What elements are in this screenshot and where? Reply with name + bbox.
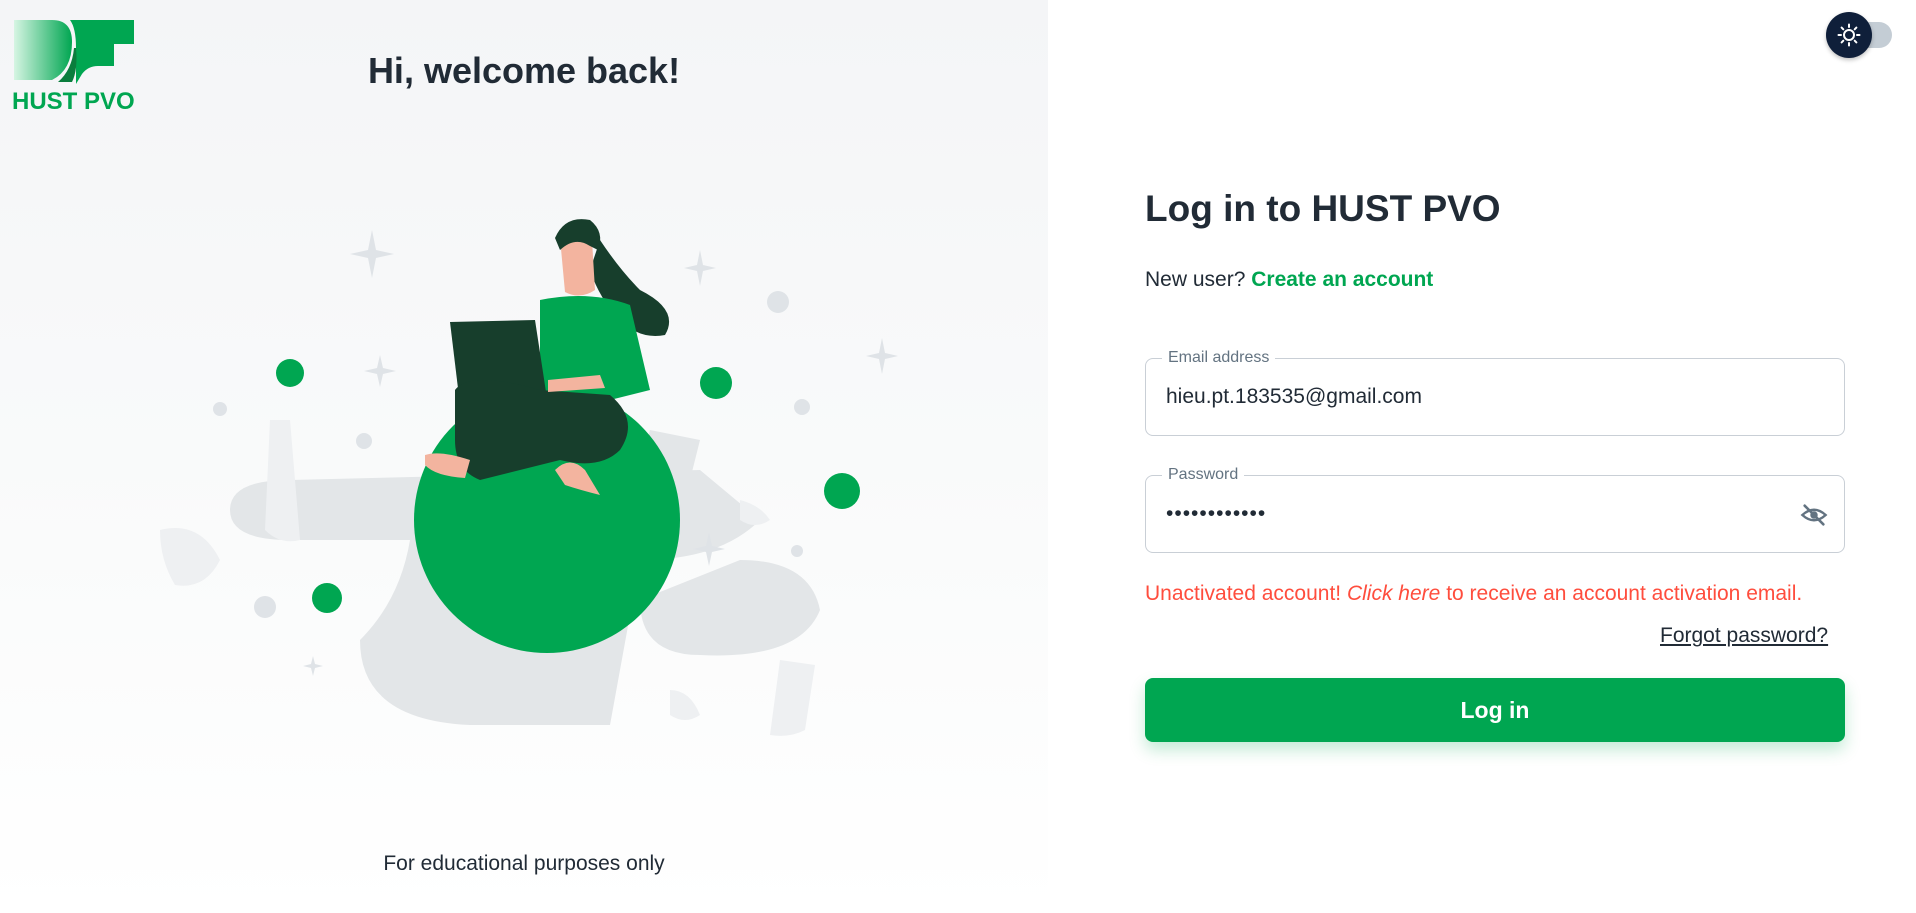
error-prefix: Unactivated account! <box>1145 582 1342 605</box>
activation-email-link[interactable]: Click here <box>1347 582 1440 605</box>
sun-icon <box>1837 23 1861 47</box>
eye-off-icon <box>1800 504 1828 526</box>
login-panel <box>1048 0 1916 913</box>
password-input[interactable] <box>1166 476 1786 552</box>
woman-with-laptop-illustration <box>160 219 898 736</box>
password-field[interactable]: Password <box>1145 465 1845 553</box>
logo-text: HUST PVO <box>12 88 135 115</box>
error-suffix: to receive an account activation email. <box>1446 582 1803 605</box>
hero-panel: HUST PVO Hi, welcome back! For education… <box>0 0 1048 913</box>
new-user-prompt: New user? Create an account <box>1145 268 1433 292</box>
login-title: Log in to HUST PVO <box>1145 188 1501 229</box>
welcome-title: Hi, welcome back! <box>367 50 681 91</box>
toggle-knob[interactable] <box>1826 12 1872 58</box>
unactivated-account-alert: Unactivated account! Click here to recei… <box>1145 582 1802 606</box>
forgot-password-link[interactable]: Forgot password? <box>1660 624 1828 648</box>
toggle-password-visibility-button[interactable] <box>1798 499 1830 531</box>
create-account-link[interactable]: Create an account <box>1251 268 1433 291</box>
email-input[interactable] <box>1166 359 1786 435</box>
login-button[interactable]: Log in <box>1145 678 1845 742</box>
email-field[interactable]: Email address <box>1145 348 1845 436</box>
new-user-text: New user? <box>1145 268 1246 291</box>
theme-toggle[interactable] <box>1826 12 1896 58</box>
educational-note: For educational purposes only <box>383 852 665 875</box>
